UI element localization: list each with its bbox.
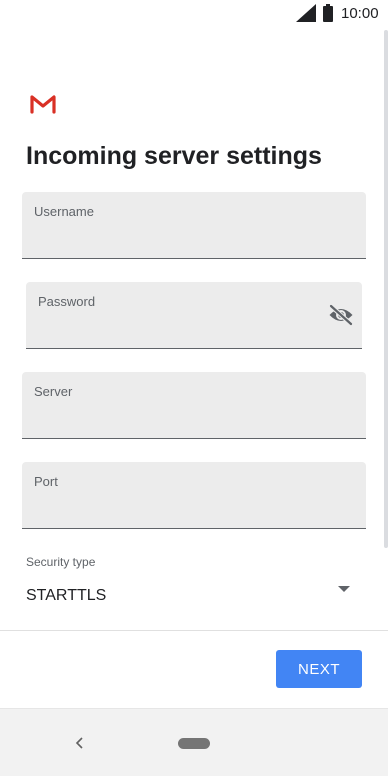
server-input[interactable] bbox=[34, 410, 334, 430]
security-type-dropdown[interactable]: STARTTLS bbox=[22, 578, 362, 614]
arrow-drop-down-icon[interactable] bbox=[338, 586, 350, 594]
password-label: Password bbox=[38, 294, 96, 309]
port-input[interactable] bbox=[34, 500, 334, 520]
username-field[interactable]: Username bbox=[22, 192, 366, 259]
navigation-bar bbox=[0, 708, 388, 776]
next-button[interactable]: NEXT bbox=[276, 650, 362, 688]
cellular-signal-icon bbox=[296, 4, 316, 22]
page-title: Incoming server settings bbox=[26, 142, 322, 170]
home-pill-icon[interactable] bbox=[178, 738, 210, 749]
port-field[interactable]: Port bbox=[22, 462, 366, 529]
back-chevron-icon[interactable] bbox=[70, 733, 88, 753]
server-label: Server bbox=[34, 384, 73, 399]
battery-full-icon bbox=[323, 4, 333, 22]
port-label: Port bbox=[34, 474, 58, 489]
divider bbox=[0, 630, 388, 631]
server-field[interactable]: Server bbox=[22, 372, 366, 439]
password-field[interactable]: Password bbox=[26, 282, 362, 349]
status-time: 10:00 bbox=[341, 5, 379, 22]
visibility-off-icon[interactable] bbox=[328, 304, 354, 326]
status-bar: 10:00 bbox=[0, 0, 388, 28]
security-type-value: STARTTLS bbox=[26, 587, 107, 604]
security-type-label: Security type bbox=[26, 555, 96, 569]
gmail-logo-icon bbox=[30, 95, 56, 114]
username-label: Username bbox=[34, 204, 94, 219]
password-input[interactable] bbox=[38, 320, 308, 340]
scrollbar[interactable] bbox=[384, 30, 388, 548]
username-input[interactable] bbox=[34, 230, 334, 250]
